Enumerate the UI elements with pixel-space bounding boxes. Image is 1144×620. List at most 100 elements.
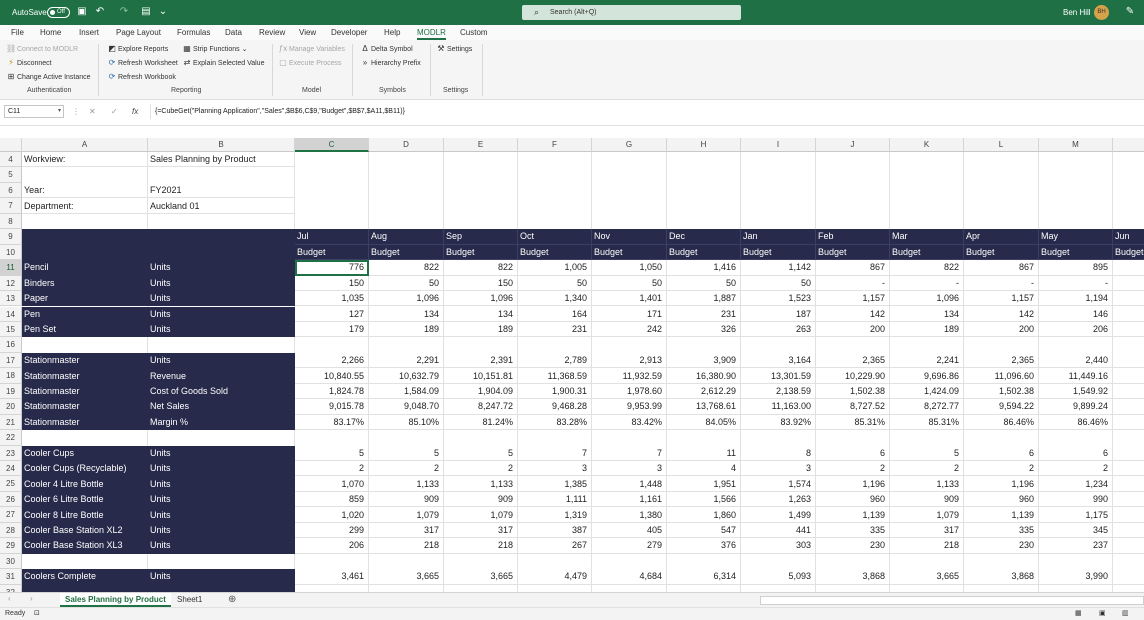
value-cell[interactable]: 376 [667,538,741,554]
value-cell[interactable]: 2,291 [369,352,444,369]
value-cell[interactable] [1113,476,1144,492]
value-cell[interactable]: 218 [444,538,518,554]
month-header[interactable]: Nov [592,229,667,245]
value-cell[interactable]: 263 [741,321,816,338]
normal-view-icon[interactable]: ▦ [1075,608,1082,620]
avatar[interactable]: BH [1094,5,1109,20]
value-cell[interactable]: 1,050 [592,260,667,276]
form-icon[interactable]: ▤ [140,6,152,18]
row-product[interactable]: Coolers Complete [22,569,148,585]
value-cell[interactable]: 11,449.16 [1039,368,1113,384]
value-cell[interactable]: 86.46% [964,414,1039,431]
row-header[interactable]: 11 [0,260,22,276]
value-cell[interactable]: 5 [444,445,518,461]
value-cell[interactable] [1113,569,1144,585]
add-sheet-icon[interactable]: ⊕ [228,594,236,605]
enter-icon[interactable]: ✓ [111,105,118,118]
value-cell[interactable]: 14 [1113,368,1144,384]
customize-toolbar-icon[interactable]: ⌄ [157,6,169,18]
value-cell[interactable]: 10,840.55 [295,368,369,384]
value-cell[interactable]: 1,978.60 [592,383,667,400]
value-cell[interactable]: 1,096 [890,291,964,307]
value-cell[interactable]: 50 [667,275,741,292]
value-cell[interactable]: 3,461 [295,569,369,585]
row-header[interactable]: 32 [0,584,22,592]
column-header[interactable]: C [295,138,369,152]
value-cell[interactable]: 9,048.70 [369,399,444,415]
value-cell[interactable]: 5 [295,445,369,461]
horizontal-scrollbar[interactable] [760,596,1144,605]
month-header[interactable]: Mar [890,229,964,245]
value-cell[interactable]: 9,899.24 [1039,399,1113,415]
row-product[interactable]: Cooler Cups [22,445,148,461]
value-cell[interactable]: 84.05% [667,414,741,431]
row-header[interactable]: 9 [0,229,22,245]
value-cell[interactable]: 1,549.92 [1039,383,1113,400]
value-cell[interactable]: 303 [741,538,816,554]
tab-developer[interactable]: Developer [331,25,367,40]
row-header[interactable]: 7 [0,198,22,214]
value-cell[interactable]: 1,380 [592,507,667,523]
column-header[interactable]: B [148,138,295,152]
row-header[interactable]: 4 [0,152,22,168]
row-product[interactable]: Paper [22,291,148,307]
value-cell[interactable]: 81.24% [444,414,518,431]
value-cell[interactable]: 1,161 [592,491,667,508]
value-cell[interactable]: 405 [592,522,667,539]
value-cell[interactable]: 1,157 [816,291,890,307]
manage-variables-button[interactable]: ƒx Manage Variables [278,43,345,55]
value-cell[interactable]: 267 [518,538,592,554]
value-cell[interactable]: 335 [816,522,890,539]
macro-record-icon[interactable]: ⊡ [34,608,40,620]
value-cell[interactable]: 50 [369,275,444,292]
row-header[interactable]: 15 [0,321,22,338]
value-cell[interactable]: 1,401 [592,291,667,307]
value-cell[interactable]: 3,665 [444,569,518,585]
month-header[interactable]: Jan [741,229,816,245]
value-cell[interactable]: 3,164 [741,352,816,369]
value-cell[interactable]: 7 [592,445,667,461]
value-cell[interactable]: 317 [890,522,964,539]
value-cell[interactable]: 50 [518,275,592,292]
month-header[interactable]: Dec [667,229,741,245]
value-cell[interactable]: 909 [890,491,964,508]
version-header[interactable]: Budget [741,244,816,261]
value-cell[interactable]: 206 [1039,321,1113,338]
row-header[interactable]: 16 [0,337,22,353]
value-cell[interactable]: 1,020 [295,507,369,523]
row-header[interactable]: 13 [0,291,22,307]
row-measure-partial[interactable] [148,584,295,592]
value-cell[interactable]: 200 [816,321,890,338]
value-cell[interactable]: 3,665 [890,569,964,585]
value-cell[interactable]: 9,015.78 [295,399,369,415]
value-cell[interactable]: 134 [890,306,964,322]
value-cell[interactable]: 1,196 [964,476,1039,492]
value-cell[interactable]: 822 [444,260,518,276]
value-cell[interactable]: 1,096 [369,291,444,307]
row-header[interactable]: 17 [0,352,22,369]
tab-help[interactable]: Help [384,25,400,40]
column-header[interactable]: F [518,138,592,152]
explain-value-button[interactable]: ⇄ Explain Selected Value [182,57,265,69]
row-measure[interactable]: Units [148,445,295,461]
value-cell[interactable]: 1,566 [667,491,741,508]
execute-process-button[interactable]: ▢ Execute Process [278,57,341,69]
month-header[interactable]: Jun [1113,229,1144,245]
tab-data[interactable]: Data [225,25,242,40]
column-header[interactable]: J [816,138,890,152]
value-cell[interactable]: 231 [518,321,592,338]
value-cell[interactable]: 5 [890,445,964,461]
row-measure[interactable]: Cost of Goods Sold [148,383,295,400]
user-name[interactable]: Ben Hill [1063,0,1091,25]
value-cell[interactable] [1113,260,1144,276]
redo-icon[interactable]: ↷ [118,6,130,18]
header-cell[interactable] [22,244,148,261]
row-header[interactable]: 27 [0,507,22,523]
value-cell[interactable]: 1,904.09 [444,383,518,400]
value-cell[interactable]: 1,824.78 [295,383,369,400]
department-label[interactable]: Department: [22,198,148,214]
value-cell[interactable]: 1,133 [890,476,964,492]
value-cell[interactable]: 1,319 [518,507,592,523]
delta-symbol-button[interactable]: Δ Delta Symbol [360,43,412,55]
year-label[interactable]: Year: [22,182,148,199]
